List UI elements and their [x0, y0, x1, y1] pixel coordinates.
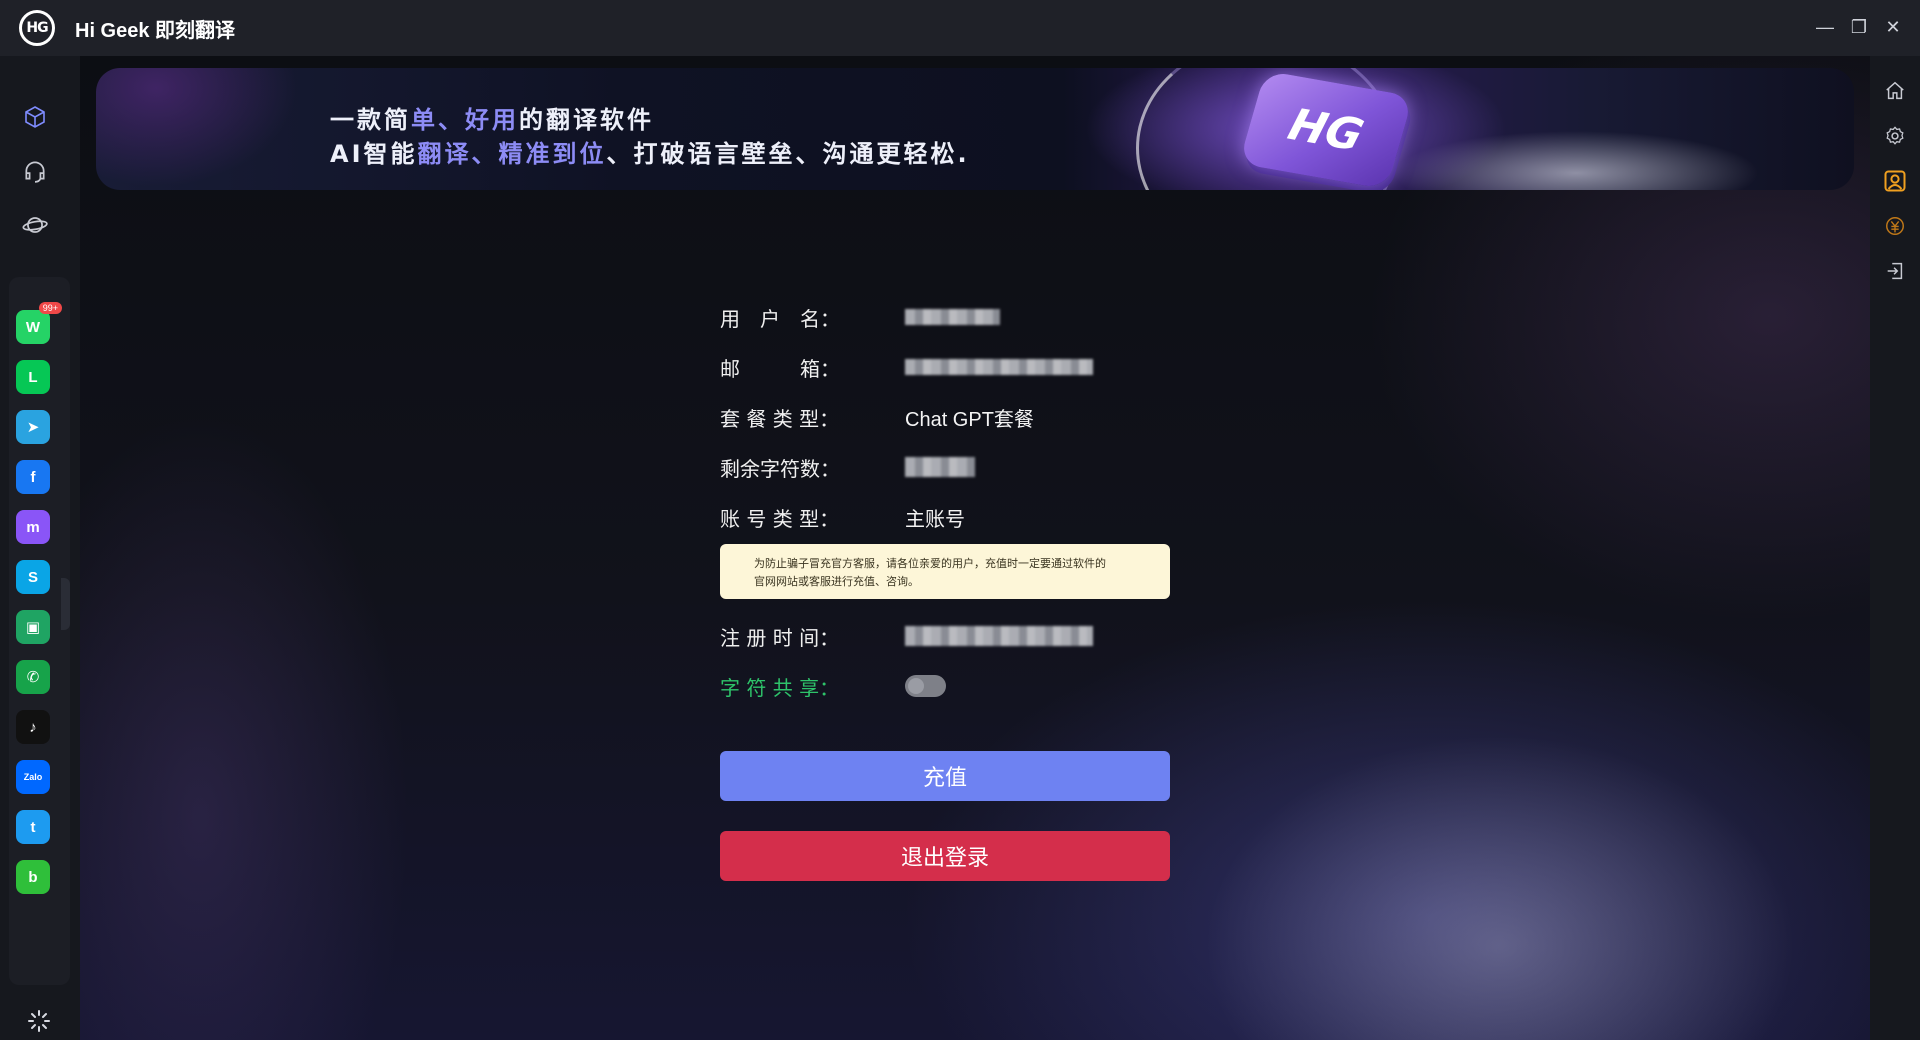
left-sidebar: W 99+ L ➤ f m S ▣ ✆ ♪ Zalo t b: [0, 56, 80, 1040]
chars-remaining-value-redacted: [905, 457, 975, 477]
planet-icon[interactable]: [0, 198, 70, 252]
account-type-value: 主账号: [905, 508, 965, 531]
right-sidebar: [1870, 56, 1920, 1040]
zalo-glyph: Zalo: [23, 772, 43, 782]
left-nav: [0, 90, 70, 252]
app-title: Hi Geek 即刻翻译: [75, 19, 236, 42]
skype-glyph: S: [27, 568, 38, 586]
notice-line-2: 官网网站或客服进行充值、咨询。: [754, 575, 919, 588]
logout-button[interactable]: 退出登录: [720, 831, 1170, 881]
close-button[interactable]: ✕: [1880, 14, 1906, 40]
facebook-app-icon[interactable]: f: [16, 460, 50, 494]
window-controls: — ❐ ✕: [1812, 14, 1906, 40]
char-share-label: 字 符 共 享：: [720, 675, 840, 700]
zalo-app-icon[interactable]: Zalo: [16, 760, 50, 794]
title-bar: HG Hi Geek 即刻翻译 — ❐ ✕: [0, 0, 1920, 56]
telegram-app-icon[interactable]: ➤: [16, 410, 50, 444]
email-label: 邮 箱：: [720, 356, 840, 381]
facebook-glyph: f: [30, 468, 36, 486]
email-value-redacted: [905, 359, 1093, 375]
loading-spinner-icon: [28, 1010, 50, 1032]
messenger-glyph: m: [26, 518, 40, 536]
username-label: 用 户 名：: [720, 306, 840, 331]
phone-glyph: ✆: [26, 669, 40, 686]
anti-fraud-notice: 为防止骗子冒充官方客服，请各位亲爱的用户，充值时一定要通过软件的 官网网站或客服…: [720, 544, 1170, 599]
notice-line-1: 为防止骗子冒充官方客服，请各位亲爱的用户，充值时一定要通过软件的: [754, 557, 1106, 570]
plan-value: Chat GPT套餐: [905, 408, 1034, 431]
banner-subline: AI智能翻译、精准到位、打破语言壁垒、沟通更轻松.: [330, 140, 970, 168]
username-row: 用 户 名：: [720, 292, 1170, 342]
plan-label: 套 餐 类 型：: [720, 406, 840, 431]
botim-glyph: b: [28, 868, 38, 886]
twitter-glyph: t: [30, 818, 36, 836]
settings-icon[interactable]: [1870, 113, 1920, 158]
chars-remaining-label: 剩余字符数：: [720, 456, 840, 481]
plan-row: 套 餐 类 型： Chat GPT套餐: [720, 392, 1170, 442]
recharge-button[interactable]: 充值: [720, 751, 1170, 801]
headset-icon[interactable]: [0, 144, 70, 198]
telegram-glyph: ➤: [26, 419, 40, 436]
minimize-button[interactable]: —: [1812, 14, 1838, 40]
user-icon[interactable]: [1870, 158, 1920, 203]
skype-app-icon[interactable]: S: [16, 560, 50, 594]
line-glyph: L: [28, 368, 38, 386]
tiktok-glyph: ♪: [29, 718, 37, 736]
account-type-label: 账 号 类 型：: [720, 506, 840, 531]
email-row: 邮 箱：: [720, 342, 1170, 392]
promo-banner: 一款简单、好用的翻译软件 AI智能翻译、精准到位、打破语言壁垒、沟通更轻松. H…: [96, 68, 1854, 190]
whatsapp-glyph: W: [25, 318, 41, 336]
coin-icon[interactable]: [1870, 203, 1920, 248]
google-chat-glyph: ▣: [25, 619, 41, 636]
collapse-handle[interactable]: [61, 578, 70, 630]
messenger-apps-panel: W 99+ L ➤ f m S ▣ ✆ ♪ Zalo t b: [9, 277, 70, 985]
account-info-form: 用 户 名： 邮 箱： 套 餐 类 型： Chat GPT套餐 剩余字符数： 账…: [720, 292, 1170, 881]
char-share-toggle[interactable]: [905, 675, 946, 697]
register-time-label: 注 册 时 间：: [720, 625, 840, 650]
chars-remaining-row: 剩余字符数：: [720, 442, 1170, 492]
account-type-row: 账 号 类 型： 主账号: [720, 492, 1170, 542]
messenger-app-icon[interactable]: m: [16, 510, 50, 544]
phone-app-icon[interactable]: ✆: [16, 660, 50, 694]
app-logo: HG: [19, 10, 55, 46]
twitter-app-icon[interactable]: t: [16, 810, 50, 844]
unread-badge: 99+: [38, 302, 62, 314]
botim-app-icon[interactable]: b: [16, 860, 50, 894]
banner-headline: 一款简单、好用的翻译软件: [330, 106, 654, 134]
google-chat-app-icon[interactable]: ▣: [16, 610, 50, 644]
register-time-row: 注 册 时 间：: [720, 611, 1170, 661]
whatsapp-app-icon[interactable]: W 99+: [16, 302, 62, 344]
register-time-value-redacted: [905, 626, 1093, 646]
restore-button[interactable]: ❐: [1846, 14, 1872, 40]
line-app-icon[interactable]: L: [16, 360, 50, 394]
cube-icon[interactable]: [0, 90, 70, 144]
username-value-redacted: [905, 309, 1000, 325]
exit-icon[interactable]: [1870, 248, 1920, 293]
main-content: 一款简单、好用的翻译软件 AI智能翻译、精准到位、打破语言壁垒、沟通更轻松. H…: [80, 56, 1870, 1040]
home-icon[interactable]: [1870, 68, 1920, 113]
char-share-row: 字 符 共 享：: [720, 661, 1170, 711]
tiktok-app-icon[interactable]: ♪: [16, 710, 50, 744]
